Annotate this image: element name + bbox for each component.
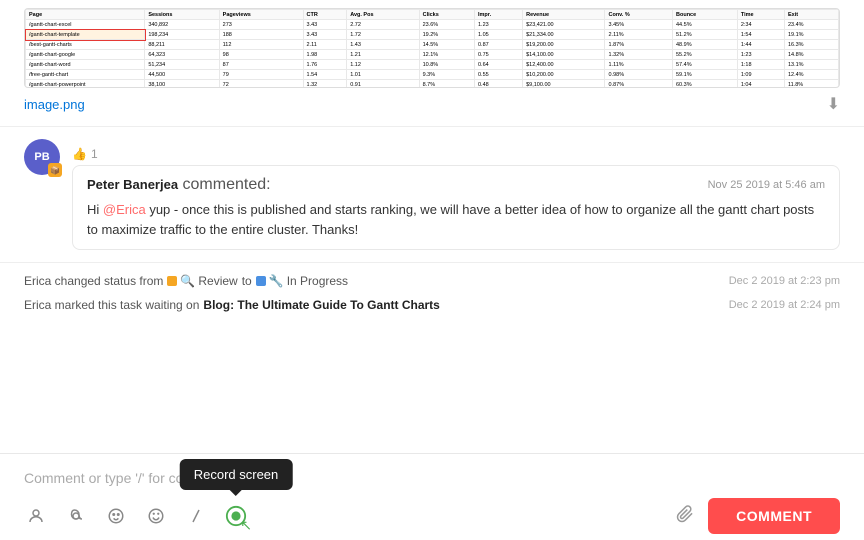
smiley-icon[interactable] bbox=[104, 504, 128, 528]
activity-text-2: Erica marked this task waiting on Blog: … bbox=[24, 298, 440, 312]
activity-row-1: Erica changed status from 🔍 Review to 🔧 … bbox=[24, 269, 840, 293]
download-icon[interactable]: ⬇ bbox=[827, 94, 840, 114]
person-icon[interactable] bbox=[24, 504, 48, 528]
slash-icon[interactable] bbox=[184, 504, 208, 528]
toolbar-left: Record screen ↖ bbox=[24, 504, 248, 528]
activity-section: Erica changed status from 🔍 Review to 🔧 … bbox=[0, 263, 864, 323]
status-icon-wrench: 🔧 bbox=[269, 274, 284, 288]
screen-record-icon[interactable]: ↖ bbox=[224, 504, 248, 528]
commenter-name: Peter Banerjea bbox=[87, 177, 178, 192]
comment-mention: @Erica bbox=[103, 202, 146, 217]
toolbar-row: Record screen ↖ COMMENT bbox=[24, 492, 840, 534]
attachment-icon[interactable] bbox=[676, 505, 694, 528]
activity-row-2: Erica marked this task waiting on Blog: … bbox=[24, 293, 840, 317]
waiting-task-link[interactable]: Blog: The Ultimate Guide To Gantt Charts bbox=[203, 298, 439, 312]
thumbs-up-icon: 👍 bbox=[72, 147, 87, 161]
comment-section: PB 📦 👍 1 Peter Banerjea commented: Nov 2… bbox=[0, 127, 864, 263]
activity-timestamp-1: Dec 2 2019 at 2:23 pm bbox=[729, 275, 840, 287]
cursor-icon: ↖ bbox=[240, 517, 252, 534]
activity-timestamp-2: Dec 2 2019 at 2:24 pm bbox=[729, 299, 840, 311]
image-filename-link[interactable]: image.png bbox=[24, 97, 85, 112]
activity-text-before-1: Erica changed status from bbox=[24, 274, 163, 288]
activity-text-before-2: Erica marked this task waiting on bbox=[24, 298, 199, 312]
status-label-review: Review bbox=[198, 274, 237, 288]
status-dot-yellow bbox=[167, 276, 177, 286]
comment-button[interactable]: COMMENT bbox=[708, 498, 840, 534]
main-container: Page Sessions Pageviews CTR Avg. Pos Cli… bbox=[0, 0, 864, 540]
comment-body-after: yup - once this is published and starts … bbox=[87, 202, 814, 237]
comment-header: Peter Banerjea commented: Nov 25 2019 at… bbox=[87, 176, 825, 194]
comment-body-before: Hi bbox=[87, 202, 103, 217]
avatar-badge: 📦 bbox=[48, 163, 62, 177]
image-link-row: image.png ⬇ bbox=[24, 94, 840, 114]
image-section: Page Sessions Pageviews CTR Avg. Pos Cli… bbox=[0, 0, 864, 127]
record-screen-container: Record screen ↖ bbox=[224, 504, 248, 528]
tooltip-text: Record screen bbox=[194, 467, 279, 482]
like-button[interactable]: 👍 1 bbox=[72, 147, 840, 161]
activity-to-label: to bbox=[242, 274, 252, 288]
status-icon-search-1: 🔍 bbox=[180, 274, 195, 288]
spreadsheet-preview: Page Sessions Pageviews CTR Avg. Pos Cli… bbox=[24, 8, 840, 88]
fake-table: Page Sessions Pageviews CTR Avg. Pos Cli… bbox=[25, 9, 839, 88]
status-badge-to: 🔧 In Progress bbox=[256, 274, 348, 288]
record-screen-tooltip: Record screen bbox=[180, 459, 293, 490]
status-label-inprogress: In Progress bbox=[287, 274, 348, 288]
activity-text-1: Erica changed status from 🔍 Review to 🔧 … bbox=[24, 274, 348, 288]
status-dot-blue bbox=[256, 276, 266, 286]
comment-action: commented: bbox=[183, 176, 271, 193]
comment-input-area[interactable]: Comment or type '/' for commands bbox=[0, 453, 864, 540]
comment-bubble: Peter Banerjea commented: Nov 25 2019 at… bbox=[72, 165, 840, 250]
comment-timestamp: Nov 25 2019 at 5:46 am bbox=[708, 179, 825, 191]
comment-placeholder[interactable]: Comment or type '/' for commands bbox=[24, 464, 840, 492]
avatar: PB 📦 bbox=[24, 139, 60, 175]
comment-body: Hi @Erica yup - once this is published a… bbox=[87, 200, 825, 239]
like-count: 1 bbox=[91, 147, 98, 161]
toolbar-right: COMMENT bbox=[676, 498, 840, 534]
status-badge-from: 🔍 Review bbox=[167, 274, 237, 288]
at-icon[interactable] bbox=[64, 504, 88, 528]
emoji-icon[interactable] bbox=[144, 504, 168, 528]
